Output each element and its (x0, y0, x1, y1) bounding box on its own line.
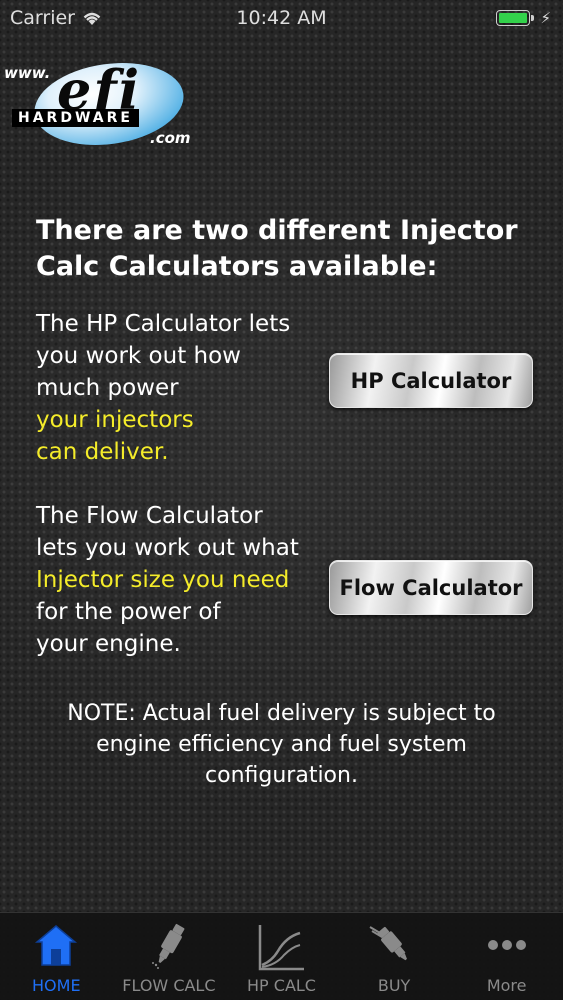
page-heading: There are two different Injector Calc Ca… (36, 215, 518, 282)
tab-label: BUY (377, 976, 411, 995)
tab-label: FLOW CALC (122, 976, 216, 995)
efi-hardware-logo: www. efi HARDWARE .com (2, 53, 202, 156)
status-right: ⚡ (496, 9, 551, 27)
tab-label: HOME (32, 976, 81, 995)
hp-calculator-description: The HP Calculator lets you work out how … (36, 308, 326, 468)
tab-label: HP CALC (247, 976, 316, 995)
status-time: 10:42 AM (236, 7, 327, 29)
tab-flow-calc[interactable]: FLOW CALC (113, 913, 226, 1000)
tab-label: More (486, 976, 527, 995)
tab-hp-calc[interactable]: HP CALC (225, 913, 338, 1000)
graph-icon (259, 925, 305, 971)
more-icon (487, 940, 526, 950)
hp-desc-line: much power (36, 375, 179, 401)
injector-buy-icon (369, 926, 408, 961)
flow-desc-line: your engine. (36, 631, 181, 657)
logo-com: .com (150, 129, 191, 147)
hp-desc-line: The HP Calculator lets (36, 311, 291, 337)
status-bar: Carrier 10:42 AM ⚡ (0, 0, 563, 40)
injector-icon (151, 923, 185, 969)
flow-calculator-button[interactable]: Flow Calculator (329, 560, 533, 615)
flow-desc-highlight: Injector size you need (36, 567, 290, 593)
tab-more[interactable]: More (450, 913, 563, 1000)
hp-desc-highlight: can deliver. (36, 439, 169, 465)
home-icon (35, 925, 78, 966)
battery-icon (496, 10, 535, 26)
fuel-delivery-note: NOTE: Actual fuel delivery is subject to… (67, 701, 496, 788)
charging-bolt-icon: ⚡ (540, 9, 551, 27)
logo-hardware: HARDWARE (12, 109, 139, 127)
tab-buy[interactable]: BUY (338, 913, 451, 1000)
flow-calculator-description: The Flow Calculator lets you work out wh… (36, 500, 326, 660)
tab-bar: HOME FLOW CALC HP CALC BUY More (0, 912, 563, 1000)
flow-desc-line: The Flow Calculator (36, 503, 263, 529)
tab-home[interactable]: HOME (0, 913, 113, 1000)
hp-desc-highlight: your injectors (36, 407, 194, 433)
hp-calculator-button[interactable]: HP Calculator (329, 353, 533, 408)
hp-desc-line: you work out how (36, 343, 241, 369)
flow-desc-line: lets you work out what (36, 535, 299, 561)
flow-desc-line: for the power of (36, 599, 221, 625)
logo-www: www. (4, 64, 51, 82)
